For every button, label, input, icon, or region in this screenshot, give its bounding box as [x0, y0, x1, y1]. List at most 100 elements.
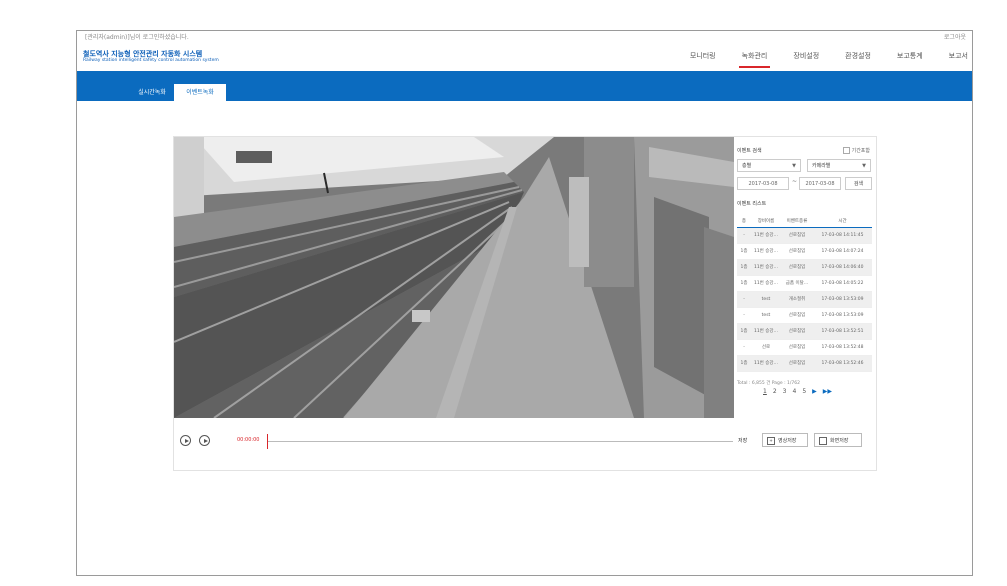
cell-floor: 1층 [740, 249, 748, 254]
table-row[interactable]: 1층 11번 승강… 선로침입 17-03-08 14:06:40 [737, 260, 872, 276]
video-save-button[interactable]: + 영상저장 [762, 433, 808, 447]
cell-event: 선로침입 [788, 265, 806, 270]
station-platform-image [174, 137, 734, 418]
cell-floor: 1층 [740, 361, 748, 366]
video-save-label: 영상저장 [778, 438, 797, 444]
cell-event: 선로침입 [788, 345, 806, 350]
search-button[interactable]: 검색 [845, 177, 872, 190]
cell-floor: 1층 [740, 265, 748, 270]
cell-floor: 1층 [740, 281, 748, 286]
cell-time: 17-03-08 14:06:40 [821, 265, 864, 270]
period-checkbox[interactable]: 기간포함 [842, 147, 870, 154]
cell-device: 11번 승강… [753, 281, 779, 286]
timeline-track[interactable] [267, 441, 733, 442]
cell-device: 11번 승강… [753, 361, 779, 366]
cell-device: 선로 [761, 345, 771, 350]
play-forward-button[interactable] [199, 435, 210, 446]
camera-select[interactable]: 카메라별 ▼ [807, 159, 871, 172]
cell-event: 개소절취 [788, 297, 806, 302]
event-search-title: 이벤트 검색 [737, 148, 762, 154]
cell-floor: - [743, 297, 745, 302]
app-subtitle: Railway station intelligent safety contr… [83, 58, 219, 63]
event-playback-panel: 이벤트 검색 기간포함 층별 ▼ 카메라별 ▼ 2017-03-08 ~ 2017-… [173, 136, 877, 471]
cell-device: 11번 승강… [753, 329, 779, 334]
pagination-total: Total : 6,855 건 Page : 1/762 [737, 381, 801, 386]
play-button[interactable] [180, 435, 191, 446]
cell-event: 선로침입 [788, 233, 806, 238]
video-viewer[interactable] [174, 137, 734, 418]
top-bar: [관리자(admin)]님이 로그인하셨습니다. 로그아웃 [77, 31, 972, 41]
player-controls: 00:00:00 저장 + 영상저장 화면저장 [174, 433, 874, 453]
cell-time: 17-03-08 14:11:45 [821, 233, 864, 238]
cell-device: 11번 승강… [753, 233, 779, 238]
cell-event: 선로침입 [788, 329, 806, 334]
camera-select-value: 카메라별 [812, 163, 831, 169]
page-link-3[interactable]: 3 [783, 388, 787, 395]
cell-time: 17-03-08 14:07:24 [821, 249, 864, 254]
cell-device: test [761, 313, 771, 318]
nav-device[interactable]: 장비설정 [793, 51, 819, 61]
nav-environment[interactable]: 환경설정 [845, 51, 871, 61]
tab-realtime-recording[interactable]: 실시간녹화 [127, 84, 177, 101]
page-link-4[interactable]: 4 [792, 388, 796, 395]
page-link-5[interactable]: 5 [802, 388, 806, 395]
col-time[interactable]: 시간 [813, 216, 872, 227]
floor-select[interactable]: 층별 ▼ [737, 159, 801, 172]
date-to-input[interactable]: 2017-03-08 [799, 177, 841, 190]
cell-time: 17-03-08 13:52:48 [821, 345, 864, 350]
cell-event: 선로침입 [788, 313, 806, 318]
date-separator: ~ [792, 178, 798, 185]
table-row[interactable]: 1층 11번 승강… 선로침입 17-03-08 13:52:46 [737, 356, 872, 372]
cell-floor: - [743, 313, 745, 318]
table-row[interactable]: 1층 11번 승강… 선로침입 17-03-08 14:07:24 [737, 244, 872, 260]
cell-time: 17-03-08 13:52:46 [821, 361, 864, 366]
header: 철도역사 지능형 안전관리 자동화 시스템 Railway station in… [77, 43, 972, 71]
nav-recording[interactable]: 녹화관리 [738, 51, 771, 68]
cell-device: 11번 승강… [753, 249, 779, 254]
col-event-type[interactable]: 이벤트종류 [781, 216, 813, 227]
plus-icon: + [767, 437, 775, 445]
tab-event-recording[interactable]: 이벤트녹화 [174, 84, 226, 101]
table-row[interactable]: 1층 11번 승강… 금품 이탈… 17-03-08 14:05:22 [737, 276, 872, 292]
table-row[interactable]: - test 개소절취 17-03-08 13:53:09 [737, 292, 872, 308]
table-row[interactable]: - 11번 승강… 선로침입 17-03-08 14:11:45 [737, 228, 872, 244]
cell-time: 17-03-08 14:05:22 [821, 281, 864, 286]
nav-statistics[interactable]: 보고통계 [897, 51, 923, 61]
last-page-icon[interactable]: ▶▶ [823, 388, 832, 395]
logout-link[interactable]: 로그아웃 [944, 32, 966, 41]
screen-save-button[interactable]: 화면저장 [814, 433, 862, 447]
cell-event: 선로침입 [788, 361, 806, 366]
login-status: [관리자(admin)]님이 로그인하셨습니다. [85, 34, 189, 41]
cell-event: 선로침입 [788, 249, 806, 254]
event-sidebar: 이벤트 검색 기간포함 층별 ▼ 카메라별 ▼ 2017-03-08 ~ 2017-… [737, 143, 872, 415]
screen-save-label: 화면저장 [830, 438, 849, 444]
cell-floor: - [743, 345, 745, 350]
checkbox-box[interactable] [842, 147, 850, 154]
col-device-name[interactable]: 장비이름 [751, 216, 781, 227]
col-floor[interactable]: 층 [737, 216, 751, 227]
event-table-header: 층 장비이름 이벤트종류 시간 [737, 216, 872, 228]
nav-monitoring[interactable]: 모니터링 [690, 51, 716, 61]
table-row[interactable]: 1층 11번 승강… 선로침입 17-03-08 13:52:51 [737, 324, 872, 340]
app-window: [관리자(admin)]님이 로그인하셨습니다. 로그아웃 철도역사 지능형 안… [76, 30, 973, 576]
event-table: 층 장비이름 이벤트종류 시간 - 11번 승강… 선로침입 17-03-08 14:… [737, 216, 872, 372]
page-link-1[interactable]: 1 [763, 388, 767, 395]
chevron-down-icon: ▼ [792, 163, 796, 169]
table-row[interactable]: - 선로 선로침입 17-03-08 13:52:48 [737, 340, 872, 356]
table-row[interactable]: - test 선로침입 17-03-08 13:53:09 [737, 308, 872, 324]
next-page-icon[interactable]: ▶ [812, 388, 817, 395]
event-list-title: 이벤트 리스트 [737, 201, 767, 207]
main-nav: 모니터링 녹화관리 장비설정 환경설정 보고통계 보고서 [664, 51, 968, 68]
playback-time: 00:00:00 [237, 437, 260, 443]
cell-time: 17-03-08 13:52:51 [821, 329, 864, 334]
period-checkbox-label: 기간포함 [851, 148, 870, 154]
save-label: 저장 [738, 438, 748, 444]
chevron-down-icon: ▼ [862, 163, 866, 169]
page-link-2[interactable]: 2 [773, 388, 777, 395]
timeline-marker[interactable] [267, 434, 268, 449]
date-from-input[interactable]: 2017-03-08 [737, 177, 789, 190]
sub-nav-bar: 실시간녹화 이벤트녹화 [77, 71, 972, 101]
nav-report[interactable]: 보고서 [949, 51, 968, 61]
floor-select-value: 층별 [742, 163, 752, 169]
image-icon [819, 437, 827, 445]
